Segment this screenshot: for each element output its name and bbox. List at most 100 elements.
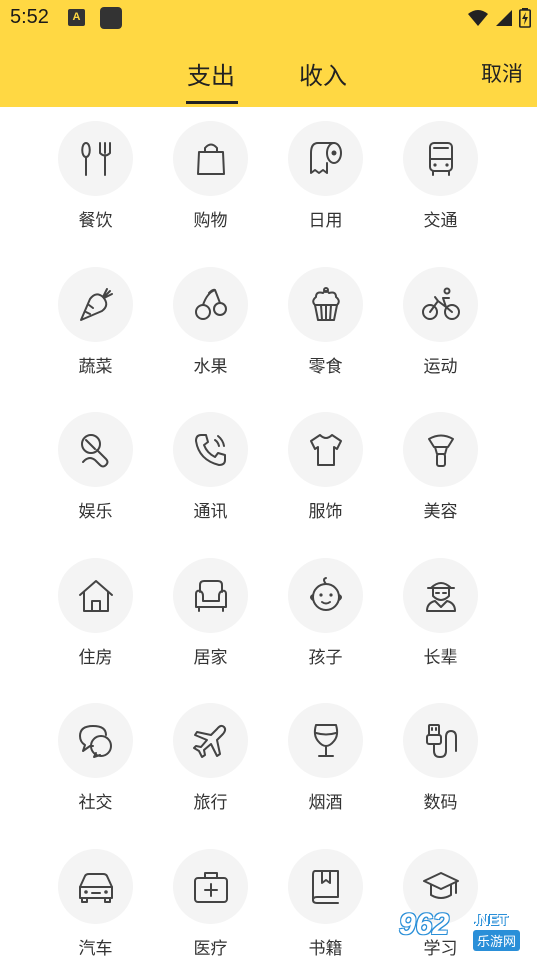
category-item-utensils[interactable]: 餐饮 xyxy=(38,107,153,237)
signal-icon xyxy=(496,10,512,26)
chat-bubbles-icon xyxy=(78,724,112,758)
category-icon-circle xyxy=(288,558,363,633)
carrot-icon xyxy=(79,287,113,321)
category-icon-circle xyxy=(288,412,363,487)
watermark-number: 962 xyxy=(399,908,450,941)
watermark-suffix: .NET xyxy=(474,912,509,929)
category-item-house[interactable]: 住房 xyxy=(38,544,153,674)
category-icon-circle xyxy=(173,703,248,778)
category-item-phone[interactable]: 通讯 xyxy=(153,398,268,528)
top-header: 5:52 A 支出 收入 取消 xyxy=(0,0,537,107)
category-icon-circle xyxy=(173,849,248,924)
category-icon-circle xyxy=(403,412,478,487)
category-label: 运动 xyxy=(423,357,458,377)
category-icon-circle xyxy=(288,849,363,924)
system-icons xyxy=(467,5,531,31)
category-icon-circle xyxy=(403,703,478,778)
category-icon-circle xyxy=(173,121,248,196)
category-item-chat-bubbles[interactable]: 社交 xyxy=(38,689,153,819)
category-item-tshirt[interactable]: 服饰 xyxy=(268,398,383,528)
usb-cable-icon xyxy=(425,723,457,758)
book-icon xyxy=(311,869,339,904)
category-label: 居家 xyxy=(193,648,228,668)
makeup-brush-icon xyxy=(427,434,454,467)
baby-face-icon xyxy=(309,576,342,611)
category-item-microphone[interactable]: 娱乐 xyxy=(38,398,153,528)
bicycle-icon xyxy=(421,287,460,320)
category-item-shopping-bag[interactable]: 购物 xyxy=(153,107,268,237)
category-label: 长辈 xyxy=(423,648,458,668)
category-item-airplane[interactable]: 旅行 xyxy=(153,689,268,819)
category-item-bicycle[interactable]: 运动 xyxy=(383,253,498,383)
category-label: 娱乐 xyxy=(78,502,113,522)
category-grid: 餐饮 购物 日用 交通蔬菜 水果 零食 运动娱乐 通讯 服饰 美容住房 居家 孩子 长辈社交 旅行 烟酒 数码… xyxy=(0,107,537,956)
category-label: 服饰 xyxy=(308,502,343,522)
category-icon-circle xyxy=(288,121,363,196)
house-icon xyxy=(78,579,113,612)
category-item-book[interactable]: 书籍 xyxy=(268,835,383,956)
battery-icon xyxy=(519,8,531,28)
category-item-carrot[interactable]: 蔬菜 xyxy=(38,253,153,383)
tshirt-icon xyxy=(309,433,342,466)
category-icon-circle xyxy=(58,267,133,342)
tab-income[interactable]: 收入 xyxy=(299,56,347,91)
sofa-icon xyxy=(194,579,227,612)
microphone-icon xyxy=(80,433,108,467)
category-label: 水果 xyxy=(193,357,228,377)
airplane-icon xyxy=(192,724,226,758)
toilet-paper-icon xyxy=(309,141,342,174)
category-item-elder[interactable]: 长辈 xyxy=(383,544,498,674)
category-item-usb-cable[interactable]: 数码 xyxy=(383,689,498,819)
utensils-icon xyxy=(80,141,111,176)
category-label: 零食 xyxy=(308,357,343,377)
category-label: 住房 xyxy=(78,648,113,668)
cancel-button[interactable]: 取消 xyxy=(481,58,523,88)
cherry-icon xyxy=(194,288,227,320)
phone-icon xyxy=(194,433,226,466)
tab-expense[interactable]: 支出 xyxy=(187,56,235,91)
category-label: 社交 xyxy=(78,793,113,813)
category-item-medical-kit[interactable]: 医疗 xyxy=(153,835,268,956)
watermark-site: 乐游网 xyxy=(473,930,521,951)
elder-icon xyxy=(425,581,456,612)
wifi-icon xyxy=(468,10,488,26)
category-label: 购物 xyxy=(193,211,228,231)
category-item-wine-glass[interactable]: 烟酒 xyxy=(268,689,383,819)
category-label: 交通 xyxy=(423,211,458,231)
category-item-cherry[interactable]: 水果 xyxy=(153,253,268,383)
category-icon-circle xyxy=(288,703,363,778)
category-item-bus[interactable]: 交通 xyxy=(383,107,498,237)
category-icon-circle xyxy=(58,412,133,487)
category-label: 餐饮 xyxy=(78,211,113,231)
category-icon-circle xyxy=(173,267,248,342)
category-icon-circle xyxy=(173,412,248,487)
category-label: 通讯 xyxy=(193,502,228,522)
category-icon-circle xyxy=(58,703,133,778)
notification-app-icon xyxy=(100,7,122,29)
bus-icon xyxy=(428,141,453,176)
category-item-baby-face[interactable]: 孩子 xyxy=(268,544,383,674)
category-icon-circle xyxy=(58,121,133,196)
watermark-logo: 962 .NET 乐游网 xyxy=(399,908,531,952)
category-item-makeup-brush[interactable]: 美容 xyxy=(383,398,498,528)
category-icon-circle xyxy=(403,267,478,342)
car-icon xyxy=(78,872,113,903)
category-label: 美容 xyxy=(423,502,458,522)
status-time: 5:52 xyxy=(10,6,49,28)
category-icon-circle xyxy=(58,849,133,924)
category-icon-circle xyxy=(403,558,478,633)
cupcake-icon xyxy=(311,286,340,321)
category-item-sofa[interactable]: 居家 xyxy=(153,544,268,674)
category-label: 旅行 xyxy=(193,793,228,813)
category-icon-circle xyxy=(403,121,478,196)
category-label: 书籍 xyxy=(308,939,343,956)
shopping-bag-icon xyxy=(196,143,225,175)
category-item-cupcake[interactable]: 零食 xyxy=(268,253,383,383)
category-label: 汽车 xyxy=(78,939,113,956)
category-icon-circle xyxy=(58,558,133,633)
wine-glass-icon xyxy=(313,723,338,757)
category-item-toilet-paper[interactable]: 日用 xyxy=(268,107,383,237)
category-item-car[interactable]: 汽车 xyxy=(38,835,153,956)
notification-a-icon: A xyxy=(68,9,85,26)
active-tab-indicator xyxy=(186,101,238,104)
